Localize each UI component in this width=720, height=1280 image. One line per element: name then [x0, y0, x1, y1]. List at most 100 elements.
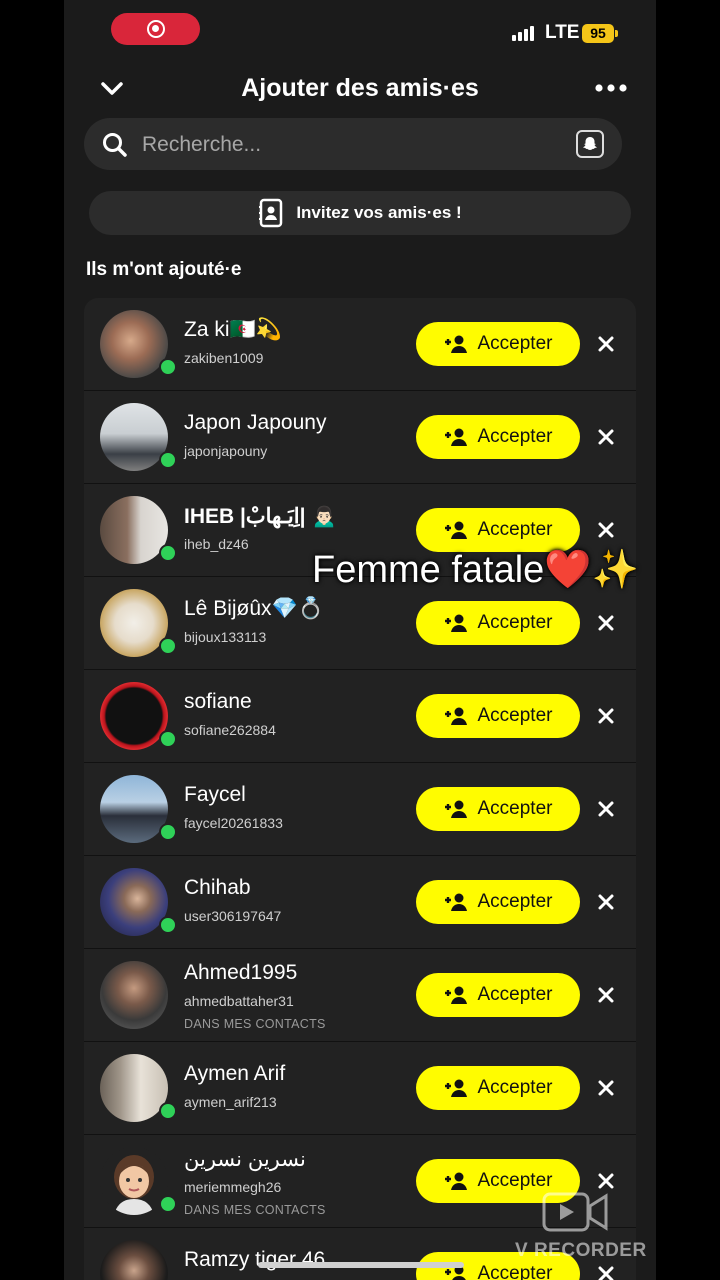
add-friend-icon: [444, 521, 467, 539]
accept-label: Accepter: [477, 333, 553, 354]
invite-label: Invitez vos amis·es !: [296, 203, 462, 222]
avatar[interactable]: [100, 868, 168, 936]
search-bar: [84, 118, 622, 172]
add-friend-icon: [444, 986, 467, 1004]
accept-button[interactable]: Accepter: [416, 694, 580, 738]
header: Ajouter des amis·es: [64, 64, 656, 112]
avatar[interactable]: [100, 496, 168, 564]
accept-label: Accepter: [477, 519, 553, 540]
invite-friends-button[interactable]: Invitez vos amis·es !: [89, 191, 631, 235]
accept-button[interactable]: Accepter: [416, 322, 580, 366]
home-indicator[interactable]: [258, 1262, 464, 1268]
avatar[interactable]: [100, 1054, 168, 1122]
list-item[interactable]: sofiane sofiane262884 Accepter: [84, 670, 636, 763]
add-friend-icon: [444, 614, 467, 632]
add-friend-icon: [444, 1172, 467, 1190]
close-icon[interactable]: [592, 981, 620, 1009]
avatar[interactable]: [100, 589, 168, 657]
accept-button[interactable]: Accepter: [416, 787, 580, 831]
accept-button[interactable]: Accepter: [416, 1066, 580, 1110]
list-item[interactable]: Aymen Arif aymen_arif213 Accepter: [84, 1042, 636, 1135]
avatar[interactable]: [100, 403, 168, 471]
avatar[interactable]: [100, 310, 168, 378]
avatar[interactable]: [100, 682, 168, 750]
battery-tip: [615, 30, 618, 37]
accept-label: Accepter: [477, 612, 553, 633]
accept-button[interactable]: Accepter: [416, 415, 580, 459]
accept-label: Accepter: [477, 984, 553, 1005]
accept-label: Accepter: [477, 798, 553, 819]
friend-username: user306197647: [184, 908, 282, 924]
add-friend-icon: [444, 707, 467, 725]
friend-name: Ramzy tiger 46: [184, 1248, 326, 1271]
contact-badge: DANS MES CONTACTS: [184, 1203, 326, 1217]
close-icon[interactable]: [592, 516, 620, 544]
friend-name: sofiane: [184, 690, 252, 713]
contacts-icon: [259, 198, 283, 228]
friend-name: Lê Bijøûx💎💍: [184, 597, 324, 620]
online-indicator: [159, 451, 177, 469]
list-item[interactable]: Ahmed1995 ahmedbattaher31 DANS MES CONTA…: [84, 949, 636, 1042]
online-indicator: [159, 916, 177, 934]
close-icon[interactable]: [592, 330, 620, 358]
list-item[interactable]: Za ki🇩🇿💫 zakiben1009 Accepter: [84, 298, 636, 391]
friend-username: sofiane262884: [184, 722, 276, 738]
add-friend-icon: [444, 800, 467, 818]
section-title: Ils m'ont ajouté·e: [86, 259, 242, 280]
caption-overlay: Femme fatale❤️✨: [312, 549, 639, 591]
close-icon[interactable]: [592, 609, 620, 637]
add-friend-icon: [444, 893, 467, 911]
friend-username: bijoux133113: [184, 629, 267, 645]
avatar[interactable]: [100, 775, 168, 843]
accept-button[interactable]: Accepter: [416, 508, 580, 552]
friend-username: meriemmegh26: [184, 1179, 282, 1195]
close-icon[interactable]: [592, 423, 620, 451]
more-icon[interactable]: [594, 78, 628, 98]
online-indicator: [159, 730, 177, 748]
friend-username: zakiben1009: [184, 350, 264, 366]
avatar[interactable]: [100, 1240, 168, 1280]
online-indicator: [159, 544, 177, 562]
close-icon[interactable]: [592, 1074, 620, 1102]
accept-label: Accepter: [477, 426, 553, 447]
record-dot: [152, 25, 159, 32]
list-item[interactable]: Japon Japouny japonjapouny Accepter: [84, 391, 636, 484]
page-title: Ajouter des amis·es: [241, 74, 479, 102]
list-item[interactable]: Faycel faycel20261833 Accepter: [84, 763, 636, 856]
network-type: LTE: [545, 22, 580, 43]
accept-button[interactable]: Accepter: [416, 880, 580, 924]
close-icon[interactable]: [592, 888, 620, 916]
close-icon[interactable]: [592, 795, 620, 823]
online-indicator: [159, 1102, 177, 1120]
watermark-text: V RECORDER: [515, 1240, 647, 1261]
bitmoji-avatar: [114, 1155, 154, 1215]
search-input[interactable]: [140, 118, 564, 172]
list-item[interactable]: Chihab user306197647 Accepter: [84, 856, 636, 949]
avatar[interactable]: [100, 1147, 168, 1215]
friend-name: IHEB |اِيَـهابْ| 🙍🏻‍♂️: [184, 505, 338, 528]
screen-recording-indicator[interactable]: [111, 13, 200, 45]
friend-name: Faycel: [184, 783, 246, 806]
online-indicator: [159, 1195, 177, 1213]
status-bar: LTE 95: [64, 0, 656, 60]
battery-level: 95: [582, 24, 614, 43]
friend-name: Chihab: [184, 876, 251, 899]
avatar[interactable]: [100, 961, 168, 1029]
friend-name: نسرين نسرين: [184, 1148, 306, 1171]
online-indicator: [159, 358, 177, 376]
friend-username: iheb_dz46: [184, 536, 249, 552]
signal-icon: [512, 26, 534, 41]
add-friend-icon: [444, 335, 467, 353]
accept-button[interactable]: Accepter: [416, 601, 580, 645]
close-icon[interactable]: [592, 702, 620, 730]
ghost-icon[interactable]: [576, 130, 604, 158]
online-indicator: [159, 637, 177, 655]
accept-label: Accepter: [477, 891, 553, 912]
friend-name: Za ki🇩🇿💫: [184, 318, 282, 341]
accept-button[interactable]: Accepter: [416, 973, 580, 1017]
friend-name: Aymen Arif: [184, 1062, 286, 1085]
friend-username: aymen_arif213: [184, 1094, 277, 1110]
friend-username: ahmedbattaher31: [184, 993, 294, 1009]
online-indicator: [159, 823, 177, 841]
friend-name: Ahmed1995: [184, 961, 298, 984]
